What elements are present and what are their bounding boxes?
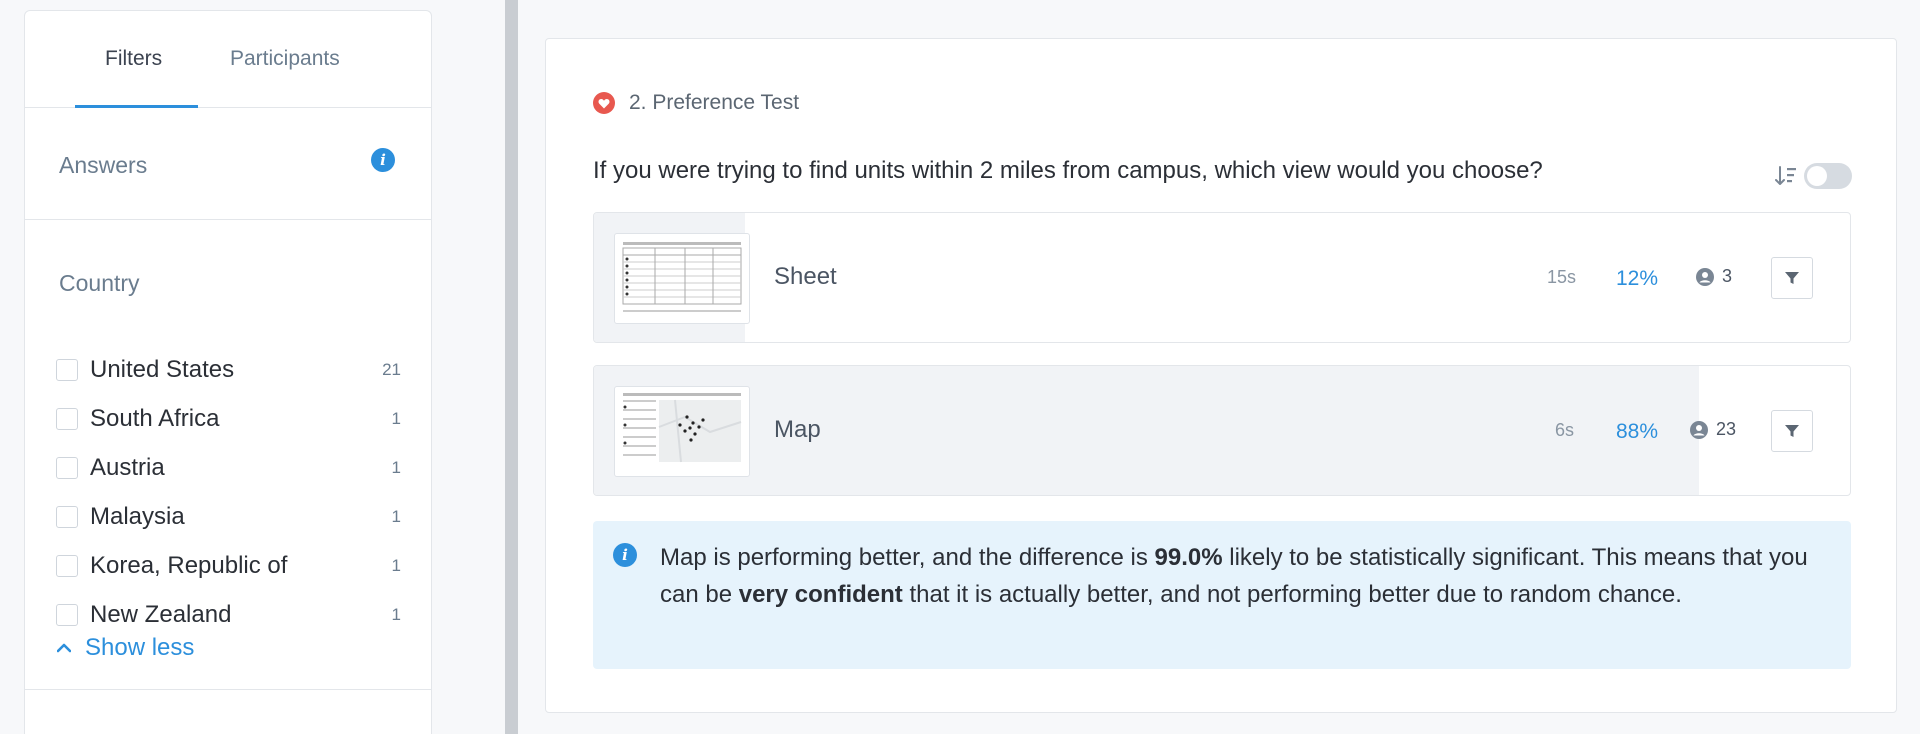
country-count: 1 bbox=[391, 409, 401, 428]
info-icon: i bbox=[613, 543, 637, 567]
question-result-card: 2. Preference Test If you were trying to… bbox=[545, 38, 1897, 713]
country-name: United States bbox=[90, 356, 235, 383]
participant-count: 23 bbox=[1690, 419, 1736, 440]
significance-text: Map is performing better, and the differ… bbox=[660, 539, 1830, 613]
country-count: 1 bbox=[391, 556, 401, 575]
share-bar bbox=[594, 366, 1700, 495]
sort-toggle[interactable] bbox=[1804, 163, 1852, 189]
sheet-thumbnail[interactable] bbox=[614, 233, 750, 324]
checkbox[interactable] bbox=[56, 506, 78, 528]
heart-icon bbox=[593, 92, 615, 114]
country-name: Austria bbox=[90, 454, 165, 481]
significance-percent: 99.0% bbox=[1154, 544, 1223, 571]
show-less-label: Show less bbox=[85, 634, 195, 661]
checkbox[interactable] bbox=[56, 408, 78, 430]
checkbox[interactable] bbox=[56, 555, 78, 577]
user-icon bbox=[1690, 420, 1708, 439]
filter-by-option-button[interactable] bbox=[1771, 410, 1813, 452]
answers-section[interactable]: Answers i bbox=[25, 108, 431, 220]
sort-icon[interactable] bbox=[1775, 164, 1797, 188]
map-thumbnail[interactable] bbox=[614, 386, 750, 477]
question-text: If you were trying to find units within … bbox=[593, 157, 1543, 184]
country-option-united-states[interactable]: United States 21 bbox=[56, 354, 401, 386]
checkbox[interactable] bbox=[56, 359, 78, 381]
country-option-south-africa[interactable]: South Africa 1 bbox=[56, 403, 401, 435]
tab-participants[interactable]: Participants bbox=[230, 47, 340, 71]
tab-filters[interactable]: Filters bbox=[105, 47, 162, 71]
option-name: Map bbox=[774, 416, 821, 443]
avg-time: 6s bbox=[1555, 420, 1575, 440]
country-option-new-zealand[interactable]: New Zealand 1 bbox=[56, 599, 401, 631]
test-header: 2. Preference Test bbox=[593, 91, 799, 115]
user-icon bbox=[1696, 267, 1714, 286]
checkbox[interactable] bbox=[56, 457, 78, 479]
participant-count-value: 3 bbox=[1722, 266, 1733, 286]
show-less-button[interactable]: Show less bbox=[57, 634, 194, 662]
country-name: New Zealand bbox=[90, 601, 232, 628]
country-count: 1 bbox=[391, 605, 401, 624]
filters-sidebar: Filters Participants Answers i Country U… bbox=[24, 10, 432, 734]
answers-label: Answers bbox=[59, 152, 148, 178]
option-sheet[interactable]: Sheet 15s 12% 3 bbox=[593, 212, 1851, 343]
country-count: 21 bbox=[382, 360, 401, 379]
filter-icon bbox=[1785, 272, 1799, 284]
toggle-knob bbox=[1807, 166, 1827, 186]
country-name: Korea, Republic of bbox=[90, 552, 288, 579]
notice-text-part: that it is actually better, and not perf… bbox=[902, 581, 1682, 608]
country-name: South Africa bbox=[90, 405, 220, 432]
notice-text-part: Map is performing better, and the differ… bbox=[660, 544, 1155, 571]
country-option-malaysia[interactable]: Malaysia 1 bbox=[56, 501, 401, 533]
country-name: Malaysia bbox=[90, 503, 185, 530]
checkbox[interactable] bbox=[56, 604, 78, 626]
participant-count-value: 23 bbox=[1716, 419, 1737, 439]
option-map[interactable]: Map 6s 88% 23 bbox=[593, 365, 1851, 496]
country-section: Country United States 21 South Africa 1 … bbox=[25, 220, 431, 690]
chevron-up-icon bbox=[57, 643, 71, 653]
significance-notice: i Map is performing better, and the diff… bbox=[593, 521, 1851, 669]
test-title: 2. Preference Test bbox=[629, 91, 800, 114]
vote-percent: 88% bbox=[1616, 420, 1659, 443]
country-option-austria[interactable]: Austria 1 bbox=[56, 452, 401, 484]
participant-count: 3 bbox=[1696, 266, 1732, 287]
filter-by-option-button[interactable] bbox=[1771, 257, 1813, 299]
country-option-korea[interactable]: Korea, Republic of 1 bbox=[56, 550, 401, 582]
country-count: 1 bbox=[391, 507, 401, 526]
info-icon[interactable]: i bbox=[371, 148, 395, 172]
filter-icon bbox=[1785, 425, 1799, 437]
confidence-level: very confident bbox=[738, 581, 903, 608]
vote-percent: 12% bbox=[1616, 267, 1659, 290]
country-count: 1 bbox=[391, 458, 401, 477]
option-name: Sheet bbox=[774, 263, 837, 290]
avg-time: 15s bbox=[1547, 267, 1577, 287]
sidebar-tabs: Filters Participants bbox=[25, 11, 431, 108]
country-label: Country bbox=[59, 270, 140, 296]
pane-resize-handle[interactable] bbox=[505, 0, 518, 734]
